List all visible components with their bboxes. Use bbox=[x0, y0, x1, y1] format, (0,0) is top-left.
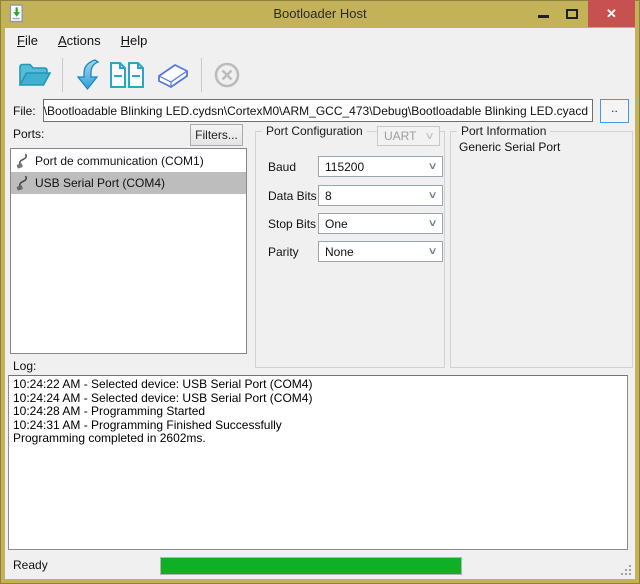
port-configuration-group: Port Configuration Baud 115200 ∨ Data Bi… bbox=[255, 131, 445, 368]
file-label: File: bbox=[13, 104, 36, 118]
log-line: 10:24:31 AM - Programming Finished Succe… bbox=[13, 419, 623, 433]
toolbar-separator bbox=[201, 58, 202, 92]
resize-grip[interactable] bbox=[629, 573, 631, 575]
chevron-down-icon: ∨ bbox=[424, 131, 434, 142]
data-bits-select[interactable]: 8 ∨ bbox=[318, 185, 443, 206]
maximize-icon bbox=[566, 9, 578, 19]
progress-fill bbox=[161, 558, 461, 574]
serial-port-icon bbox=[15, 153, 29, 169]
close-icon: ✕ bbox=[606, 6, 617, 22]
browse-button[interactable]: .. bbox=[600, 99, 629, 123]
baud-label: Baud bbox=[268, 160, 296, 174]
baud-value: 115200 bbox=[325, 160, 364, 174]
ports-list: Port de communication (COM1) USB Serial … bbox=[10, 148, 247, 354]
toolbar bbox=[5, 53, 635, 97]
stop-bits-label: Stop Bits bbox=[268, 217, 316, 231]
minimize-button[interactable] bbox=[530, 0, 556, 27]
parity-select[interactable]: None ∨ bbox=[318, 241, 443, 262]
menu-actions[interactable]: Actions bbox=[48, 29, 111, 52]
status-text: Ready bbox=[13, 558, 48, 572]
serial-port-icon bbox=[15, 175, 29, 191]
stop-bits-value: One bbox=[325, 217, 348, 231]
status-bar: Ready bbox=[5, 552, 635, 579]
client-area: File Actions Help bbox=[5, 28, 635, 579]
chevron-down-icon: ∨ bbox=[427, 190, 437, 201]
menu-bar: File Actions Help bbox=[5, 28, 635, 53]
data-bits-label: Data Bits bbox=[268, 189, 317, 203]
close-button[interactable]: ✕ bbox=[588, 0, 635, 27]
minimize-icon bbox=[538, 15, 549, 18]
toolbar-separator bbox=[62, 58, 63, 92]
parity-value: None bbox=[325, 245, 354, 259]
log-line: 10:24:24 AM - Selected device: USB Seria… bbox=[13, 392, 623, 406]
file-path-input[interactable]: ader_41xx\Bootloadable Blinking LED.cyds… bbox=[43, 99, 593, 122]
stop-bits-select[interactable]: One ∨ bbox=[318, 213, 443, 234]
parity-label: Parity bbox=[268, 245, 299, 259]
port-information-group: Port Information Generic Serial Port bbox=[450, 131, 633, 368]
port-list-item-com1[interactable]: Port de communication (COM1) bbox=[11, 150, 246, 172]
port-list-item-com4[interactable]: USB Serial Port (COM4) bbox=[11, 172, 246, 194]
menu-help[interactable]: Help bbox=[111, 29, 158, 52]
filters-button[interactable]: Filters... bbox=[190, 124, 243, 146]
data-bits-value: 8 bbox=[325, 189, 332, 203]
chevron-down-icon: ∨ bbox=[427, 218, 437, 229]
bootloader-host-window: Bootloader Host ✕ File Actions Help bbox=[0, 0, 640, 584]
progress-bar bbox=[160, 557, 462, 575]
open-file-icon[interactable] bbox=[17, 60, 51, 90]
ports-label: Ports: bbox=[13, 127, 44, 141]
file-path-text: ader_41xx\Bootloadable Blinking LED.cyds… bbox=[43, 104, 588, 118]
protocol-value: UART bbox=[384, 129, 416, 143]
chevron-down-icon: ∨ bbox=[427, 161, 437, 172]
port-information-title: Port Information bbox=[457, 124, 550, 138]
log-output[interactable]: 10:24:22 AM - Selected device: USB Seria… bbox=[8, 375, 628, 550]
log-label: Log: bbox=[13, 359, 36, 373]
erase-icon[interactable] bbox=[154, 60, 190, 90]
protocol-select: UART ∨ bbox=[377, 126, 440, 146]
chevron-down-icon: ∨ bbox=[427, 246, 437, 257]
menu-file[interactable]: File bbox=[7, 29, 48, 52]
abort-icon bbox=[213, 61, 241, 89]
maximize-button[interactable] bbox=[559, 0, 585, 27]
port-name: Port de communication (COM1) bbox=[35, 154, 204, 168]
program-icon[interactable] bbox=[74, 59, 100, 91]
log-line: 10:24:22 AM - Selected device: USB Seria… bbox=[13, 378, 623, 392]
log-line: Programming completed in 2602ms. bbox=[13, 432, 623, 446]
baud-select[interactable]: 115200 ∨ bbox=[318, 156, 443, 177]
titlebar[interactable]: Bootloader Host ✕ bbox=[0, 0, 640, 28]
port-name: USB Serial Port (COM4) bbox=[35, 176, 165, 190]
log-line: 10:24:28 AM - Programming Started bbox=[13, 405, 623, 419]
file-row: File: ader_41xx\Bootloadable Blinking LE… bbox=[5, 98, 635, 123]
verify-icon[interactable] bbox=[109, 60, 145, 90]
port-configuration-title: Port Configuration bbox=[262, 124, 367, 138]
